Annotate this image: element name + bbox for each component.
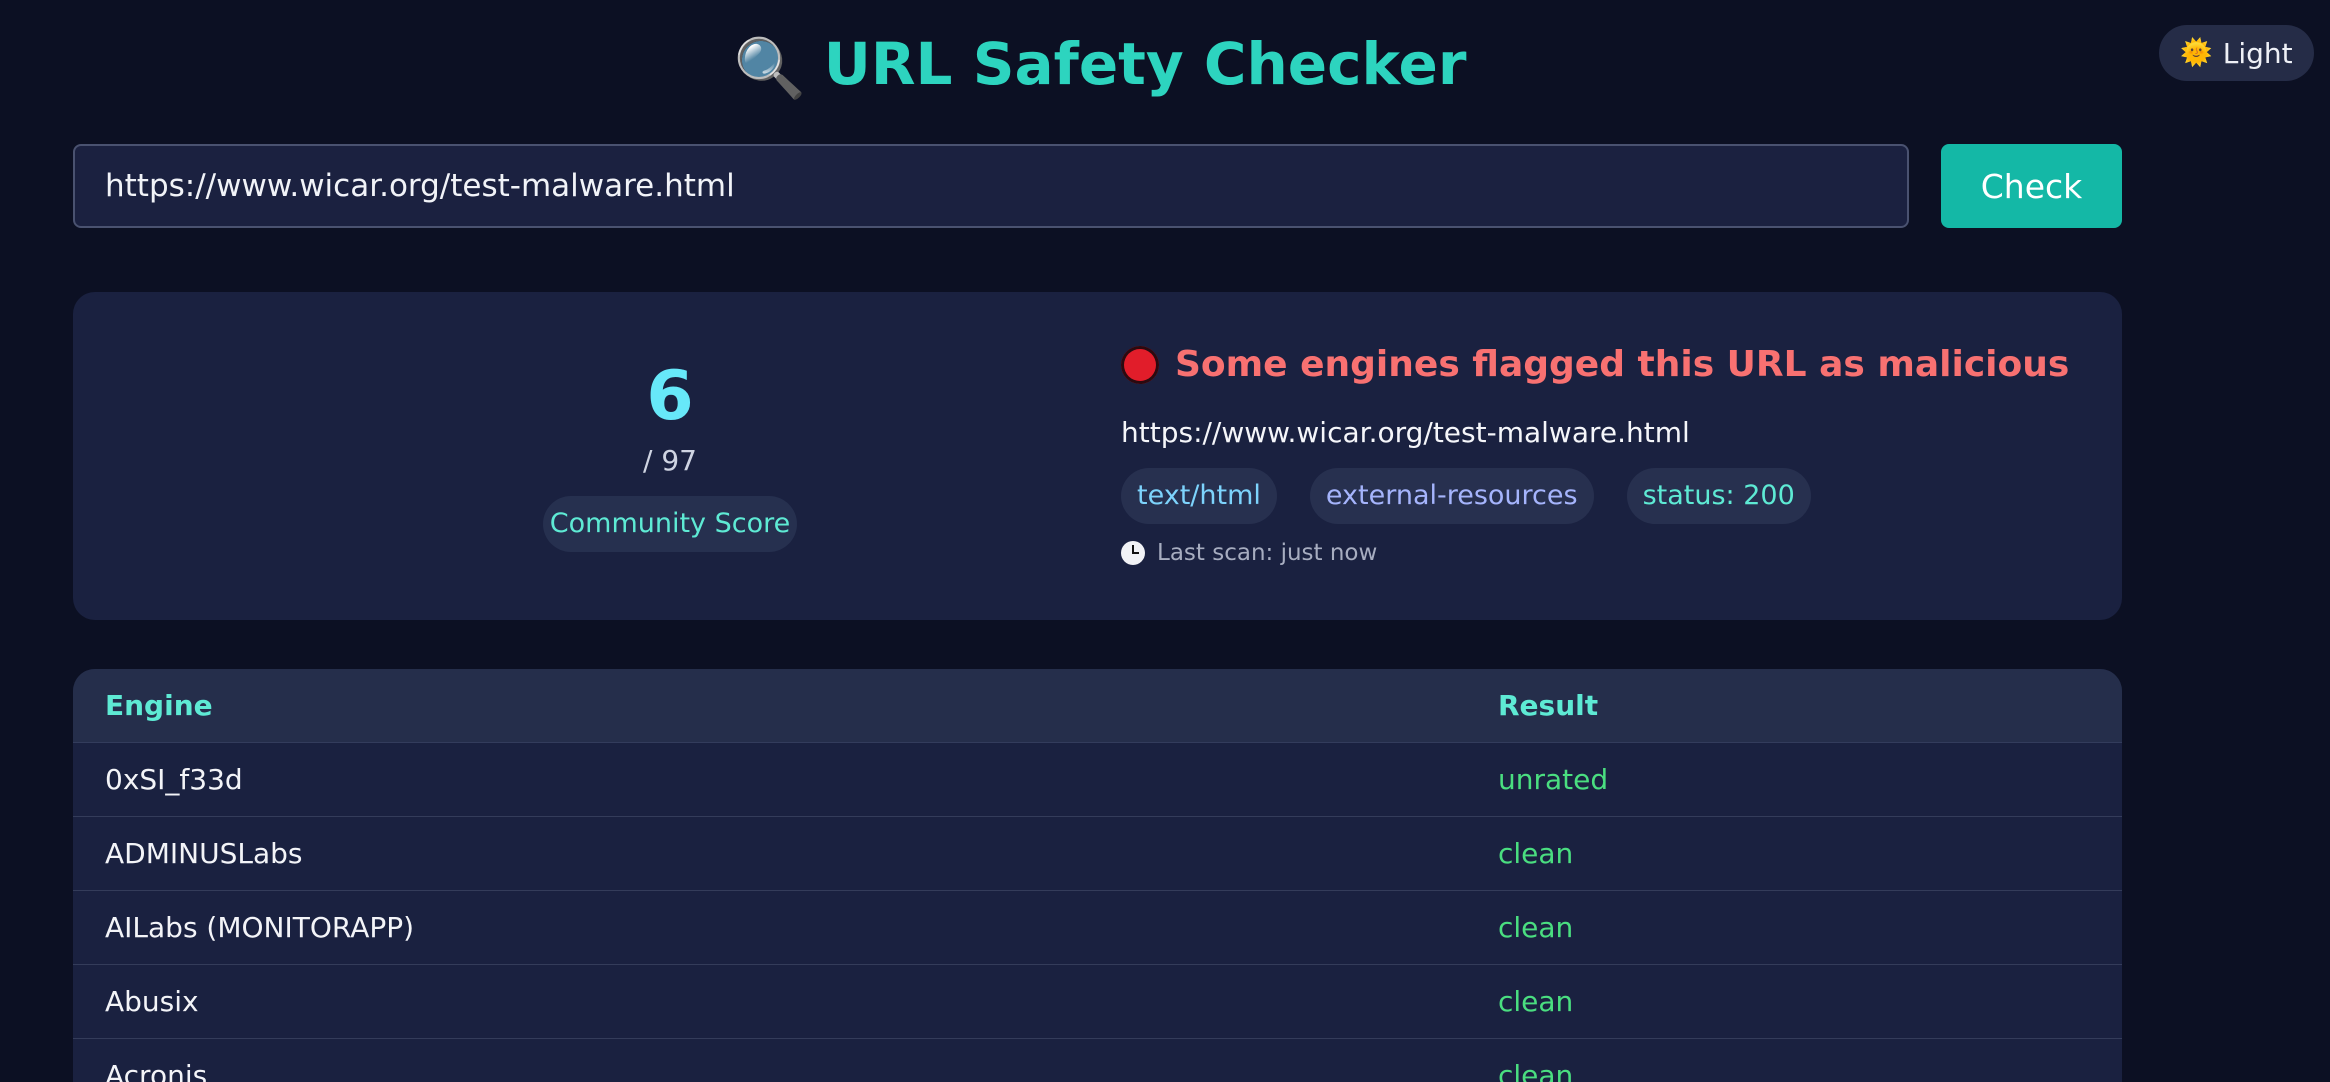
check-button[interactable]: Check: [1941, 144, 2122, 228]
column-header-result: Result: [1498, 689, 1599, 722]
page-title-row: 🔍 URL Safety Checker: [0, 24, 2200, 108]
engine-result: clean: [1498, 985, 1574, 1018]
scanned-url: https://www.wicar.org/test-malware.html: [1121, 416, 1690, 449]
detection-count: 6: [646, 357, 694, 436]
clock-icon: [1121, 541, 1145, 565]
community-score-badge: Community Score: [543, 496, 797, 552]
results-table: Engine Result 0xSI_f33d unrated ADMINUSL…: [73, 669, 2122, 1082]
verdict-text: Some engines flagged this URL as malicio…: [1175, 344, 2070, 385]
engine-name: AILabs (MONITORAPP): [105, 911, 415, 944]
engine-name: 0xSI_f33d: [105, 763, 243, 796]
table-row: Abusix clean: [73, 965, 2122, 1039]
page-title: URL Safety Checker: [823, 30, 1467, 98]
column-header-engine: Engine: [105, 689, 213, 722]
tag-external-resources: external-resources: [1309, 468, 1594, 524]
engine-result: unrated: [1498, 763, 1609, 796]
theme-toggle-label: Light: [2222, 36, 2293, 70]
engine-result: clean: [1498, 1059, 1574, 1082]
tag-status: status: 200: [1626, 468, 1811, 524]
last-scan-text: Last scan: just now: [1157, 540, 1378, 566]
table-row: ADMINUSLabs clean: [73, 817, 2122, 891]
engine-result: clean: [1498, 837, 1574, 870]
magnifier-icon: 🔍: [733, 34, 806, 102]
engine-name: ADMINUSLabs: [105, 837, 303, 870]
tag-list: text/html external-resources status: 200: [1121, 468, 1811, 524]
verdict: Some engines flagged this URL as malicio…: [1121, 344, 2069, 385]
url-input[interactable]: [73, 144, 1909, 228]
red-circle-icon: [1121, 345, 1159, 384]
table-row: AILabs (MONITORAPP) clean: [73, 891, 2122, 965]
summary-card: 6 / 97 Community Score Some engines flag…: [73, 292, 2122, 620]
engine-name: Acronis: [105, 1059, 208, 1082]
table-row: 0xSI_f33d unrated: [73, 743, 2122, 817]
table-row: Acronis clean: [73, 1039, 2122, 1082]
table-header: Engine Result: [73, 669, 2122, 743]
page: 🌞 Light 🔍URL Safety Checker Check 6 / 97…: [0, 0, 2330, 1082]
engine-result: clean: [1498, 911, 1574, 944]
engine-total: / 97: [643, 444, 697, 477]
engine-name: Abusix: [105, 985, 199, 1018]
tag-content-type: text/html: [1121, 468, 1277, 524]
last-scan: Last scan: just now: [1121, 540, 1377, 566]
